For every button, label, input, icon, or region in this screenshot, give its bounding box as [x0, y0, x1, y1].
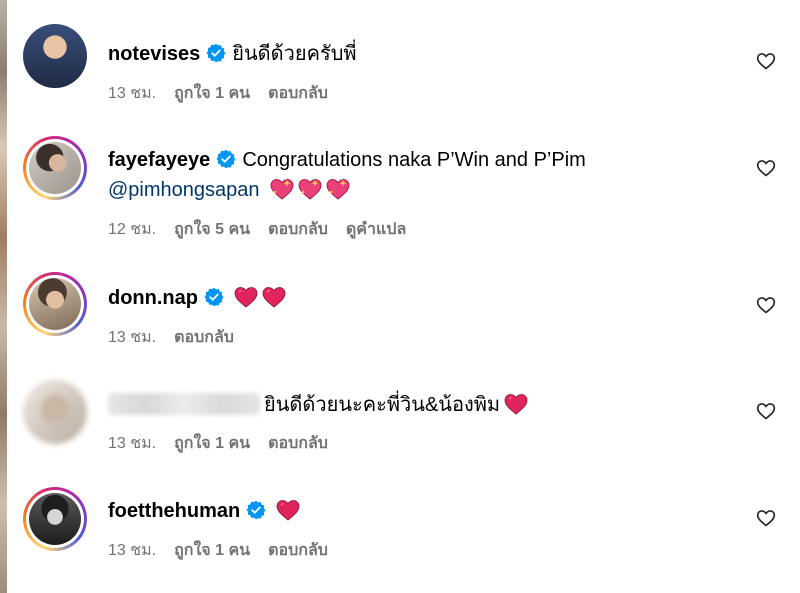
username[interactable]: foetthehuman: [108, 500, 240, 522]
sparkling-heart-emoji: [270, 178, 294, 200]
mention-link[interactable]: @pimhongsapan: [108, 179, 260, 201]
like-heart-icon[interactable]: [756, 401, 776, 421]
timestamp[interactable]: 13 ชม.: [108, 435, 156, 452]
likes-count[interactable]: ถูกใจ 1 คน: [174, 435, 250, 452]
see-translation-button[interactable]: ดูคำแปล: [346, 221, 406, 238]
reply-button[interactable]: ตอบกลับ: [174, 329, 234, 346]
comment-text: ยินดีด้วยครับพี่: [232, 43, 357, 65]
comment-line: notevises ยินดีด้วยครับพี่: [108, 41, 357, 67]
like-heart-icon[interactable]: [756, 295, 776, 315]
reply-button[interactable]: ตอบกลับ: [268, 85, 328, 102]
like-heart-icon[interactable]: [756, 158, 776, 178]
like-heart-icon[interactable]: [756, 51, 776, 71]
verified-badge-icon: [206, 43, 226, 63]
red-heart-emoji: [262, 286, 286, 308]
reply-button[interactable]: ตอบกลับ: [268, 221, 328, 238]
background-strip: [0, 0, 7, 593]
avatar[interactable]: [23, 380, 87, 444]
comment-line-2: @pimhongsapan: [108, 177, 350, 203]
avatar[interactable]: [23, 136, 87, 200]
avatar[interactable]: [23, 24, 87, 88]
comment-line: fayefayeye Congratulations naka P’Win and…: [108, 147, 586, 173]
likes-count[interactable]: ถูกใจ 1 คน: [174, 85, 250, 102]
comment-meta: 13 ชม. ถูกใจ 1 คน ตอบกลับ: [108, 541, 346, 561]
timestamp[interactable]: 12 ชม.: [108, 221, 156, 238]
avatar[interactable]: [23, 487, 87, 551]
comment-line: ยินดีด้วยนะคะพี่วิน&น้องพิม: [108, 392, 528, 418]
blurred-username[interactable]: [108, 393, 260, 415]
red-heart-emoji: [504, 393, 528, 415]
username[interactable]: notevises: [108, 43, 200, 65]
avatar[interactable]: [23, 272, 87, 336]
verified-badge-icon: [204, 287, 224, 307]
sparkling-heart-emoji: [326, 178, 350, 200]
verified-badge-icon: [216, 149, 236, 169]
reply-button[interactable]: ตอบกลับ: [268, 435, 328, 452]
timestamp[interactable]: 13 ชม.: [108, 329, 156, 346]
comment-line: donn.nap: [108, 285, 286, 311]
timestamp[interactable]: 13 ชม.: [108, 542, 156, 559]
username[interactable]: donn.nap: [108, 287, 198, 309]
username[interactable]: fayefayeye: [108, 149, 210, 171]
red-heart-emoji: [234, 286, 258, 308]
comment-text: Congratulations naka P’Win and P’Pim: [242, 149, 586, 171]
comment-meta: 13 ชม. ถูกใจ 1 คน ตอบกลับ: [108, 434, 346, 454]
sparkling-heart-emoji: [298, 178, 322, 200]
comment-line: foetthehuman: [108, 498, 300, 524]
red-heart-emoji: [276, 499, 300, 521]
comment-meta: 13 ชม. ตอบกลับ: [108, 328, 252, 348]
comment-text: ยินดีด้วยนะคะพี่วิน&น้องพิม: [264, 394, 501, 416]
comment-meta: 13 ชม. ถูกใจ 1 คน ตอบกลับ: [108, 84, 346, 104]
likes-count[interactable]: ถูกใจ 1 คน: [174, 542, 250, 559]
comment-meta: 12 ชม. ถูกใจ 5 คน ตอบกลับ ดูคำแปล: [108, 220, 424, 240]
like-heart-icon[interactable]: [756, 508, 776, 528]
verified-badge-icon: [246, 500, 266, 520]
reply-button[interactable]: ตอบกลับ: [268, 542, 328, 559]
timestamp[interactable]: 13 ชม.: [108, 85, 156, 102]
likes-count[interactable]: ถูกใจ 5 คน: [174, 221, 250, 238]
